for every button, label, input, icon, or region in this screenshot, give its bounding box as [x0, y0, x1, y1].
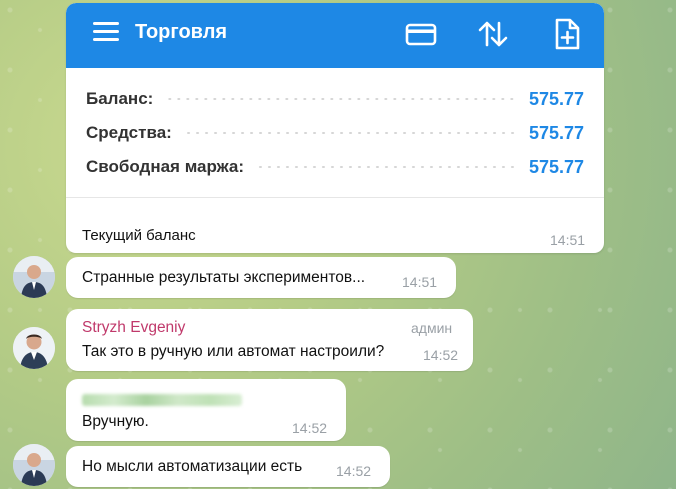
message-time: 14:52: [336, 463, 372, 479]
message-time: 14:51: [402, 274, 438, 290]
dotted-leader: [185, 132, 515, 134]
message-text: Но мысли автоматизации есть: [82, 458, 303, 475]
card-title: Торговля: [135, 21, 228, 43]
avatar[interactable]: [13, 444, 55, 486]
blurred-sender-name: [82, 394, 242, 406]
message-bubble[interactable]: Stryzh Evgeniy админ Так это в ручную ил…: [66, 309, 473, 371]
card-caption: Текущий баланс: [82, 227, 196, 244]
message-text: Так это в ручную или автомат настроили?: [82, 343, 385, 360]
dotted-leader: [167, 98, 515, 100]
message-bubble[interactable]: Но мысли автоматизации есть 14:52: [66, 446, 390, 487]
card-divider: [66, 197, 604, 198]
metric-label: Баланс:: [86, 89, 154, 108]
message-bubble[interactable]: Странные результаты экспериментов... 14:…: [66, 257, 456, 298]
sender-name[interactable]: Stryzh Evgeniy: [82, 319, 185, 337]
message-time: 14:52: [423, 347, 459, 363]
message-time: 14:51: [550, 232, 586, 248]
credit-card-icon[interactable]: [404, 17, 438, 51]
sort-arrows-icon[interactable]: [476, 17, 510, 51]
dotted-leader: [258, 166, 515, 168]
menu-icon[interactable]: [93, 22, 119, 42]
metric-label: Средства:: [86, 123, 172, 142]
message-time: 14:52: [292, 420, 328, 436]
metric-row-equity: Средства: 575.77: [86, 121, 584, 145]
avatar[interactable]: [13, 327, 55, 369]
add-document-icon[interactable]: [550, 17, 584, 51]
message-bubble[interactable]: Вручную. 14:52: [66, 379, 346, 441]
metric-value: 575.77: [528, 156, 584, 177]
metric-label: Свободная маржа:: [86, 157, 245, 176]
metric-value: 575.77: [528, 88, 584, 109]
avatar[interactable]: [13, 256, 55, 298]
metric-row-balance: Баланс: 575.77: [86, 87, 584, 111]
message-text: Вручную.: [82, 413, 149, 430]
message-text: Странные результаты экспериментов...: [82, 269, 366, 286]
metric-value: 575.77: [528, 122, 584, 143]
metric-row-free-margin: Свободная маржа: 575.77: [86, 155, 584, 179]
admin-badge: админ: [411, 320, 453, 336]
card-header: Торговля: [66, 3, 604, 68]
trading-card: Торговля Баланс: 575.77 Средства: 575.77…: [66, 3, 604, 253]
